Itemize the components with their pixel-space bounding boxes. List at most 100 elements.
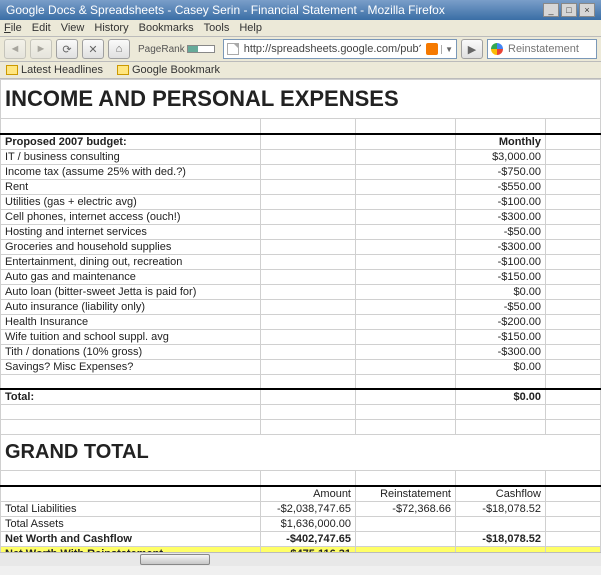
menu-tools[interactable]: Tools [204, 22, 230, 34]
grand-row[interactable]: Total Assets$1,636,000.00 [1, 516, 601, 531]
expense-row[interactable]: Groceries and household supplies -$300.00 [1, 239, 601, 254]
scrollbar-thumb[interactable] [140, 554, 210, 565]
grand-rein[interactable]: -$72,368.66 [356, 501, 456, 516]
budget-header-row[interactable]: Proposed 2007 budget: Monthly [1, 134, 601, 150]
back-button[interactable]: ◄ [4, 39, 26, 59]
expense-label[interactable]: Income tax (assume 25% with ded.?) [1, 164, 261, 179]
expense-value[interactable]: -$300.00 [456, 209, 546, 224]
bookmarks-toolbar: Latest Headlines Google Bookmark [0, 62, 601, 79]
expense-label[interactable]: Rent [1, 179, 261, 194]
spacer-row[interactable] [1, 471, 601, 486]
url-input[interactable] [242, 42, 423, 56]
pagerank-indicator: PageRank [138, 44, 215, 55]
minimize-button[interactable]: _ [543, 3, 559, 17]
expense-row[interactable]: Auto loan (bitter-sweet Jetta is paid fo… [1, 284, 601, 299]
expense-label[interactable]: Health Insurance [1, 314, 261, 329]
grand-header-row[interactable]: Amount Reinstatement Cashflow [1, 486, 601, 502]
expense-row[interactable]: Hosting and internet services -$50.00 [1, 224, 601, 239]
spacer-row[interactable] [1, 374, 601, 389]
expense-row[interactable]: Auto gas and maintenance -$150.00 [1, 269, 601, 284]
grand-label[interactable]: Total Assets [1, 516, 261, 531]
forward-button[interactable]: ► [30, 39, 52, 59]
expense-value[interactable]: -$300.00 [456, 239, 546, 254]
expense-value[interactable]: -$200.00 [456, 314, 546, 329]
stop-button[interactable]: ✕ [82, 39, 104, 59]
expense-value[interactable]: -$150.00 [456, 269, 546, 284]
expense-value[interactable]: -$150.00 [456, 329, 546, 344]
feed-icon[interactable] [426, 43, 438, 55]
grand-cash[interactable] [456, 516, 546, 531]
expense-label[interactable]: IT / business consulting [1, 149, 261, 164]
grand-amount[interactable]: $1,636,000.00 [261, 516, 356, 531]
search-input[interactable] [506, 42, 586, 56]
total-row[interactable]: Total: $0.00 [1, 389, 601, 405]
expense-value[interactable]: -$750.00 [456, 164, 546, 179]
spreadsheet-viewport[interactable]: INCOME AND PERSONAL EXPENSES Proposed 20… [0, 79, 601, 566]
spacer-row[interactable] [1, 405, 601, 420]
grand-label[interactable]: Total Liabilities [1, 501, 261, 516]
close-button[interactable]: × [579, 3, 595, 17]
monthly-header[interactable]: Monthly [456, 134, 546, 150]
grand-rein[interactable] [356, 516, 456, 531]
expense-label[interactable]: Utilities (gas + electric avg) [1, 194, 261, 209]
search-box[interactable] [487, 39, 597, 59]
grand-cash[interactable]: -$18,078.52 [456, 501, 546, 516]
expense-row[interactable]: Savings? Misc Expenses? $0.00 [1, 359, 601, 374]
expense-label[interactable]: Cell phones, internet access (ouch!) [1, 209, 261, 224]
expense-value[interactable]: $0.00 [456, 359, 546, 374]
expense-row[interactable]: Health Insurance -$200.00 [1, 314, 601, 329]
expense-label[interactable]: Auto loan (bitter-sweet Jetta is paid fo… [1, 284, 261, 299]
search-engine-icon[interactable] [491, 43, 503, 55]
expense-row[interactable]: Income tax (assume 25% with ded.?) -$750.… [1, 164, 601, 179]
menu-file[interactable]: File [4, 22, 22, 34]
reload-button[interactable]: ⟳ [56, 39, 78, 59]
expense-row[interactable]: Wife tuition and school suppl. avg -$150.… [1, 329, 601, 344]
expense-value[interactable]: -$100.00 [456, 194, 546, 209]
grand-row[interactable]: Total Liabilities-$2,038,747.65-$72,368.… [1, 501, 601, 516]
grand-amount[interactable]: -$2,038,747.65 [261, 501, 356, 516]
expense-label[interactable]: Auto gas and maintenance [1, 269, 261, 284]
expense-row[interactable]: Auto insurance (liability only) -$50.00 [1, 299, 601, 314]
section-header-income[interactable]: INCOME AND PERSONAL EXPENSES [1, 80, 601, 119]
menu-view[interactable]: View [61, 22, 85, 34]
bookmark-google-bookmark[interactable]: Google Bookmark [117, 64, 220, 76]
url-dropdown-icon[interactable]: ▼ [441, 45, 453, 54]
expense-row[interactable]: Cell phones, internet access (ouch!) -$30… [1, 209, 601, 224]
horizontal-scrollbar[interactable] [0, 552, 601, 566]
expense-value[interactable]: -$550.00 [456, 179, 546, 194]
go-button[interactable]: ▶ [461, 39, 483, 59]
budget-label[interactable]: Proposed 2007 budget: [1, 134, 261, 150]
expense-value[interactable]: -$50.00 [456, 224, 546, 239]
expense-value[interactable]: -$100.00 [456, 254, 546, 269]
bookmark-latest-headlines[interactable]: Latest Headlines [6, 64, 103, 76]
expense-label[interactable]: Hosting and internet services [1, 224, 261, 239]
spacer-row[interactable] [1, 420, 601, 435]
menu-bar: File Edit View History Bookmarks Tools H… [0, 20, 601, 37]
section-header-grand-total[interactable]: GRAND TOTAL [1, 435, 601, 471]
maximize-button[interactable]: □ [561, 3, 577, 17]
expense-row[interactable]: Utilities (gas + electric avg) -$100.00 [1, 194, 601, 209]
home-button[interactable]: ⌂ [108, 39, 130, 59]
expense-label[interactable]: Groceries and household supplies [1, 239, 261, 254]
expense-label[interactable]: Tith / donations (10% gross) [1, 344, 261, 359]
address-bar[interactable]: ▼ [223, 39, 457, 59]
expense-label[interactable]: Wife tuition and school suppl. avg [1, 329, 261, 344]
menu-bookmarks[interactable]: Bookmarks [139, 22, 194, 34]
menu-history[interactable]: History [94, 22, 128, 34]
networth-row[interactable]: Net Worth and Cashflow -$402,747.65 -$18… [1, 531, 601, 546]
expense-label[interactable]: Savings? Misc Expenses? [1, 359, 261, 374]
expense-value[interactable]: -$300.00 [456, 344, 546, 359]
expense-row[interactable]: Rent -$550.00 [1, 179, 601, 194]
menu-edit[interactable]: Edit [32, 22, 51, 34]
expense-row[interactable]: Tith / donations (10% gross) -$300.00 [1, 344, 601, 359]
expense-row[interactable]: IT / business consulting $3,000.00 [1, 149, 601, 164]
spacer-row[interactable] [1, 119, 601, 134]
expense-value[interactable]: -$50.00 [456, 299, 546, 314]
expense-value[interactable]: $0.00 [456, 284, 546, 299]
expense-label[interactable]: Entertainment, dining out, recreation [1, 254, 261, 269]
expense-value[interactable]: $3,000.00 [456, 149, 546, 164]
spreadsheet-grid[interactable]: INCOME AND PERSONAL EXPENSES Proposed 20… [0, 79, 601, 566]
menu-help[interactable]: Help [239, 22, 262, 34]
expense-row[interactable]: Entertainment, dining out, recreation -$1… [1, 254, 601, 269]
expense-label[interactable]: Auto insurance (liability only) [1, 299, 261, 314]
